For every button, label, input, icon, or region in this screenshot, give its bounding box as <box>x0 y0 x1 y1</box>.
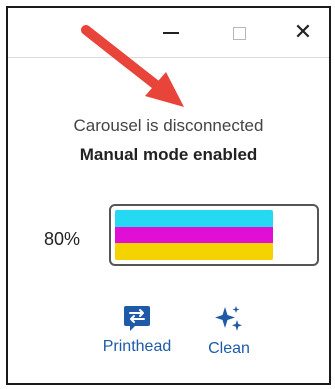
ink-level-fill <box>115 210 274 260</box>
title-bar: ✕ <box>8 8 329 58</box>
close-button[interactable]: ✕ <box>280 16 326 50</box>
sparkle-clean-icon <box>215 306 242 331</box>
maximize-button[interactable] <box>216 16 262 50</box>
ink-level-percent: 80% <box>44 229 81 249</box>
ink-band-magenta <box>115 226 274 244</box>
printhead-button[interactable]: Printhead <box>92 304 182 356</box>
maximize-icon <box>232 26 246 40</box>
printhead-label: Printhead <box>102 338 172 355</box>
mode-status-text: Manual mode enabled <box>79 145 258 164</box>
clean-label: Clean <box>208 340 250 357</box>
clean-button[interactable]: Clean <box>184 304 274 358</box>
ink-band-yellow <box>115 243 274 260</box>
ink-level-gauge <box>109 204 319 266</box>
connection-status-text: Carousel is disconnected <box>73 116 264 135</box>
minimize-icon <box>163 32 179 34</box>
close-icon: ✕ <box>293 20 313 45</box>
ink-band-cyan <box>115 210 274 227</box>
minimize-button[interactable] <box>148 16 194 50</box>
printhead-swap-icon <box>124 306 150 331</box>
app-window: ✕ Carousel is disconnected Manual mode e… <box>6 6 331 385</box>
